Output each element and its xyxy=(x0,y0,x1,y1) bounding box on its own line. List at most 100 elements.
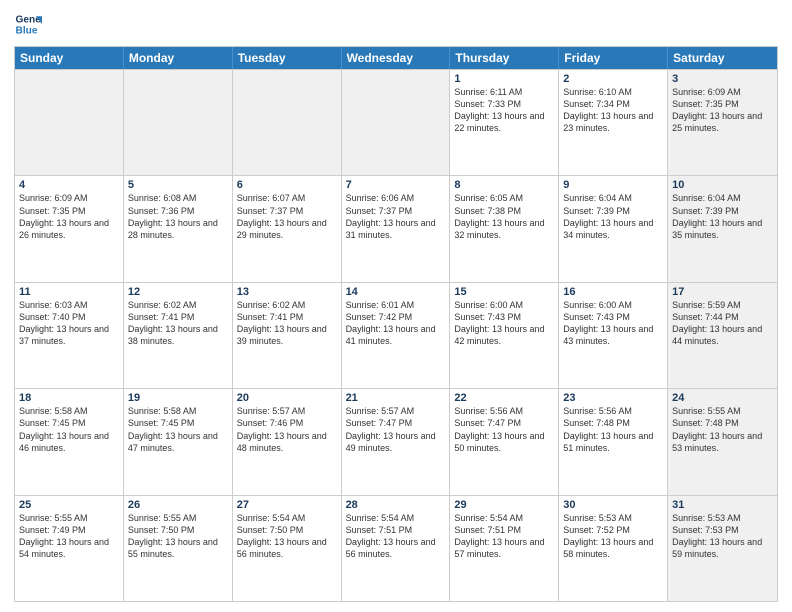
day-cell-24: 24Sunrise: 5:55 AM Sunset: 7:48 PM Dayli… xyxy=(668,389,777,494)
day-number: 24 xyxy=(672,392,773,404)
day-number: 17 xyxy=(672,286,773,298)
calendar-row-0: 1Sunrise: 6:11 AM Sunset: 7:33 PM Daylig… xyxy=(15,69,777,175)
day-number: 11 xyxy=(19,286,119,298)
day-cell-7: 7Sunrise: 6:06 AM Sunset: 7:37 PM Daylig… xyxy=(342,176,451,281)
day-number: 27 xyxy=(237,499,337,511)
calendar: SundayMondayTuesdayWednesdayThursdayFrid… xyxy=(14,46,778,602)
cell-info: Sunrise: 6:01 AM Sunset: 7:42 PM Dayligh… xyxy=(346,299,446,348)
day-number: 20 xyxy=(237,392,337,404)
cell-info: Sunrise: 5:57 AM Sunset: 7:46 PM Dayligh… xyxy=(237,405,337,454)
cell-info: Sunrise: 6:04 AM Sunset: 7:39 PM Dayligh… xyxy=(672,192,773,241)
cell-info: Sunrise: 6:05 AM Sunset: 7:38 PM Dayligh… xyxy=(454,192,554,241)
header-cell-thursday: Thursday xyxy=(450,47,559,69)
cell-info: Sunrise: 5:55 AM Sunset: 7:49 PM Dayligh… xyxy=(19,512,119,561)
header-cell-monday: Monday xyxy=(124,47,233,69)
day-number: 13 xyxy=(237,286,337,298)
day-cell-17: 17Sunrise: 5:59 AM Sunset: 7:44 PM Dayli… xyxy=(668,283,777,388)
day-cell-14: 14Sunrise: 6:01 AM Sunset: 7:42 PM Dayli… xyxy=(342,283,451,388)
logo: General Blue xyxy=(14,10,46,38)
day-cell-31: 31Sunrise: 5:53 AM Sunset: 7:53 PM Dayli… xyxy=(668,496,777,601)
cell-info: Sunrise: 6:03 AM Sunset: 7:40 PM Dayligh… xyxy=(19,299,119,348)
calendar-row-4: 25Sunrise: 5:55 AM Sunset: 7:49 PM Dayli… xyxy=(15,495,777,601)
header-cell-friday: Friday xyxy=(559,47,668,69)
day-number: 22 xyxy=(454,392,554,404)
day-cell-16: 16Sunrise: 6:00 AM Sunset: 7:43 PM Dayli… xyxy=(559,283,668,388)
day-cell-29: 29Sunrise: 5:54 AM Sunset: 7:51 PM Dayli… xyxy=(450,496,559,601)
day-cell-25: 25Sunrise: 5:55 AM Sunset: 7:49 PM Dayli… xyxy=(15,496,124,601)
cell-info: Sunrise: 6:09 AM Sunset: 7:35 PM Dayligh… xyxy=(672,86,773,135)
header-cell-saturday: Saturday xyxy=(668,47,777,69)
day-number: 6 xyxy=(237,179,337,191)
cell-info: Sunrise: 5:56 AM Sunset: 7:48 PM Dayligh… xyxy=(563,405,663,454)
cell-info: Sunrise: 5:59 AM Sunset: 7:44 PM Dayligh… xyxy=(672,299,773,348)
day-cell-27: 27Sunrise: 5:54 AM Sunset: 7:50 PM Dayli… xyxy=(233,496,342,601)
cell-info: Sunrise: 6:00 AM Sunset: 7:43 PM Dayligh… xyxy=(563,299,663,348)
day-number: 19 xyxy=(128,392,228,404)
day-cell-13: 13Sunrise: 6:02 AM Sunset: 7:41 PM Dayli… xyxy=(233,283,342,388)
day-number: 26 xyxy=(128,499,228,511)
header: General Blue xyxy=(14,10,778,38)
day-number: 18 xyxy=(19,392,119,404)
day-cell-1: 1Sunrise: 6:11 AM Sunset: 7:33 PM Daylig… xyxy=(450,70,559,175)
cell-info: Sunrise: 5:54 AM Sunset: 7:51 PM Dayligh… xyxy=(346,512,446,561)
day-number: 23 xyxy=(563,392,663,404)
cell-info: Sunrise: 6:00 AM Sunset: 7:43 PM Dayligh… xyxy=(454,299,554,348)
day-number: 21 xyxy=(346,392,446,404)
empty-cell-0-1 xyxy=(124,70,233,175)
cell-info: Sunrise: 6:08 AM Sunset: 7:36 PM Dayligh… xyxy=(128,192,228,241)
day-number: 30 xyxy=(563,499,663,511)
day-cell-19: 19Sunrise: 5:58 AM Sunset: 7:45 PM Dayli… xyxy=(124,389,233,494)
calendar-row-2: 11Sunrise: 6:03 AM Sunset: 7:40 PM Dayli… xyxy=(15,282,777,388)
day-cell-3: 3Sunrise: 6:09 AM Sunset: 7:35 PM Daylig… xyxy=(668,70,777,175)
day-number: 2 xyxy=(563,73,663,85)
day-cell-6: 6Sunrise: 6:07 AM Sunset: 7:37 PM Daylig… xyxy=(233,176,342,281)
day-number: 10 xyxy=(672,179,773,191)
day-cell-20: 20Sunrise: 5:57 AM Sunset: 7:46 PM Dayli… xyxy=(233,389,342,494)
cell-info: Sunrise: 6:04 AM Sunset: 7:39 PM Dayligh… xyxy=(563,192,663,241)
day-cell-5: 5Sunrise: 6:08 AM Sunset: 7:36 PM Daylig… xyxy=(124,176,233,281)
calendar-row-3: 18Sunrise: 5:58 AM Sunset: 7:45 PM Dayli… xyxy=(15,388,777,494)
day-number: 12 xyxy=(128,286,228,298)
cell-info: Sunrise: 5:53 AM Sunset: 7:52 PM Dayligh… xyxy=(563,512,663,561)
day-number: 4 xyxy=(19,179,119,191)
header-cell-wednesday: Wednesday xyxy=(342,47,451,69)
day-cell-15: 15Sunrise: 6:00 AM Sunset: 7:43 PM Dayli… xyxy=(450,283,559,388)
cell-info: Sunrise: 5:54 AM Sunset: 7:51 PM Dayligh… xyxy=(454,512,554,561)
day-cell-21: 21Sunrise: 5:57 AM Sunset: 7:47 PM Dayli… xyxy=(342,389,451,494)
day-number: 5 xyxy=(128,179,228,191)
page: General Blue SundayMondayTuesdayWednesda… xyxy=(0,0,792,612)
cell-info: Sunrise: 5:56 AM Sunset: 7:47 PM Dayligh… xyxy=(454,405,554,454)
cell-info: Sunrise: 6:02 AM Sunset: 7:41 PM Dayligh… xyxy=(128,299,228,348)
day-number: 29 xyxy=(454,499,554,511)
day-number: 9 xyxy=(563,179,663,191)
day-cell-9: 9Sunrise: 6:04 AM Sunset: 7:39 PM Daylig… xyxy=(559,176,668,281)
cell-info: Sunrise: 6:02 AM Sunset: 7:41 PM Dayligh… xyxy=(237,299,337,348)
day-cell-12: 12Sunrise: 6:02 AM Sunset: 7:41 PM Dayli… xyxy=(124,283,233,388)
cell-info: Sunrise: 5:57 AM Sunset: 7:47 PM Dayligh… xyxy=(346,405,446,454)
day-cell-2: 2Sunrise: 6:10 AM Sunset: 7:34 PM Daylig… xyxy=(559,70,668,175)
cell-info: Sunrise: 6:07 AM Sunset: 7:37 PM Dayligh… xyxy=(237,192,337,241)
day-number: 16 xyxy=(563,286,663,298)
day-number: 31 xyxy=(672,499,773,511)
day-number: 7 xyxy=(346,179,446,191)
cell-info: Sunrise: 5:55 AM Sunset: 7:48 PM Dayligh… xyxy=(672,405,773,454)
calendar-body: 1Sunrise: 6:11 AM Sunset: 7:33 PM Daylig… xyxy=(15,69,777,601)
svg-text:Blue: Blue xyxy=(16,25,38,36)
svg-text:General: General xyxy=(16,14,42,25)
calendar-row-1: 4Sunrise: 6:09 AM Sunset: 7:35 PM Daylig… xyxy=(15,175,777,281)
day-cell-30: 30Sunrise: 5:53 AM Sunset: 7:52 PM Dayli… xyxy=(559,496,668,601)
day-cell-26: 26Sunrise: 5:55 AM Sunset: 7:50 PM Dayli… xyxy=(124,496,233,601)
cell-info: Sunrise: 5:54 AM Sunset: 7:50 PM Dayligh… xyxy=(237,512,337,561)
day-cell-10: 10Sunrise: 6:04 AM Sunset: 7:39 PM Dayli… xyxy=(668,176,777,281)
day-number: 25 xyxy=(19,499,119,511)
cell-info: Sunrise: 6:09 AM Sunset: 7:35 PM Dayligh… xyxy=(19,192,119,241)
empty-cell-0-2 xyxy=(233,70,342,175)
day-number: 14 xyxy=(346,286,446,298)
cell-info: Sunrise: 6:10 AM Sunset: 7:34 PM Dayligh… xyxy=(563,86,663,135)
cell-info: Sunrise: 6:11 AM Sunset: 7:33 PM Dayligh… xyxy=(454,86,554,135)
day-cell-22: 22Sunrise: 5:56 AM Sunset: 7:47 PM Dayli… xyxy=(450,389,559,494)
empty-cell-0-3 xyxy=(342,70,451,175)
empty-cell-0-0 xyxy=(15,70,124,175)
day-cell-23: 23Sunrise: 5:56 AM Sunset: 7:48 PM Dayli… xyxy=(559,389,668,494)
day-number: 1 xyxy=(454,73,554,85)
